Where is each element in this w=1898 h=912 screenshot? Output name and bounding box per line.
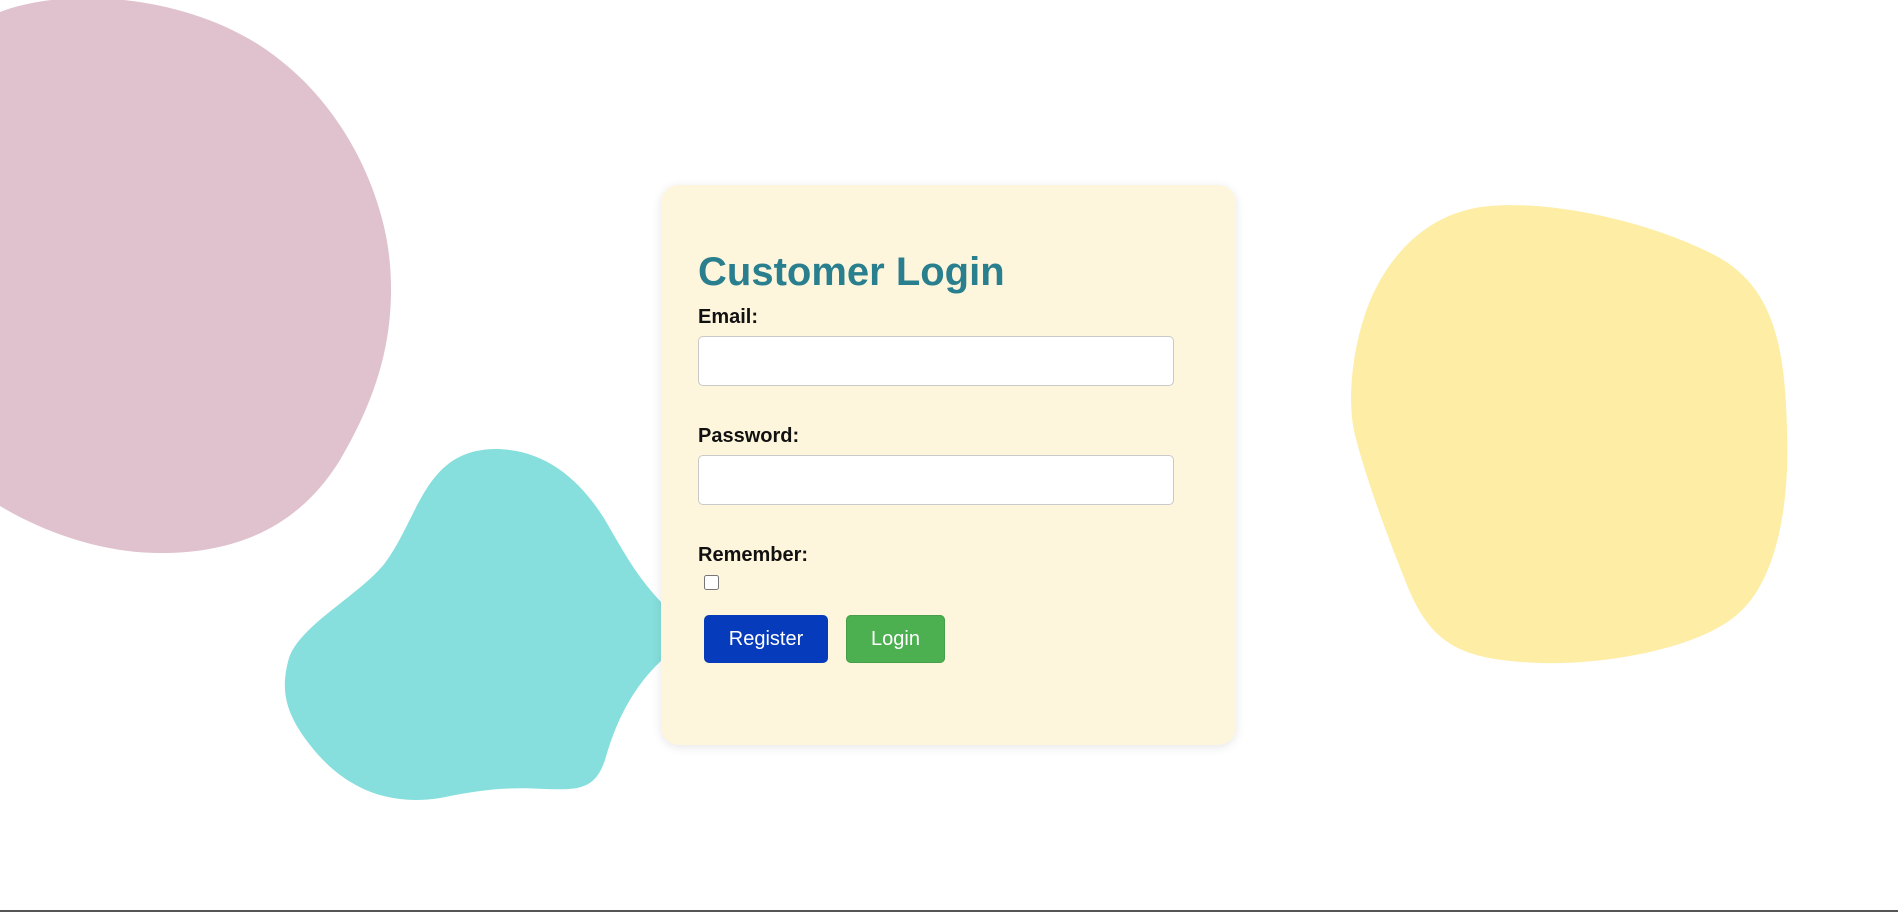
register-button[interactable]: Register <box>704 615 828 663</box>
yellow-blob-decoration <box>1351 205 1788 664</box>
email-field[interactable] <box>698 336 1174 386</box>
page-title: Customer Login <box>698 250 1005 294</box>
remember-checkbox[interactable] <box>704 575 719 590</box>
remember-checkbox-row <box>698 572 1199 594</box>
login-card: Customer Login Email: Password: Remember… <box>661 185 1236 745</box>
page-background: Customer Login Email: Password: Remember… <box>0 0 1898 912</box>
password-label: Password: <box>698 425 800 447</box>
login-button[interactable]: Login <box>846 615 945 663</box>
password-field[interactable] <box>698 455 1174 505</box>
remember-label: Remember: <box>698 544 809 566</box>
email-label: Email: <box>698 306 759 328</box>
pink-blob-decoration <box>0 0 391 554</box>
teal-blob-decoration <box>284 449 662 800</box>
button-row: Register Login <box>698 615 1199 663</box>
